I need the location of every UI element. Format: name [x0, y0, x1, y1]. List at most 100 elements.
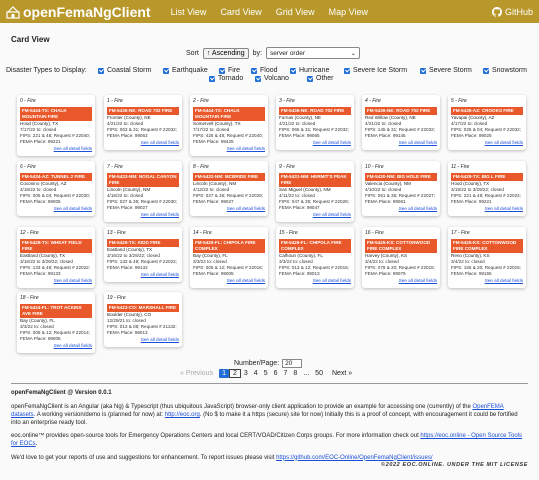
- disaster-card: 7 - Fire FM-5433-NM: NOGAL CANYON FIRE Lin…: [104, 161, 182, 222]
- see-details-link[interactable]: See all detail fields: [279, 140, 351, 146]
- page-4-button[interactable]: 4: [251, 369, 261, 378]
- card-title: FM-5426-FL: CHIPOLA FIRE COMPLEX: [193, 238, 265, 253]
- arrow-up-icon: ↑: [206, 49, 211, 57]
- filter-hurricane[interactable]: Hurricane: [290, 67, 329, 74]
- demo-link[interactable]: http://eoc.org: [165, 412, 200, 418]
- card-title: FM-5423-CO: MARSHALL FIRE: [107, 303, 179, 312]
- card-id: 18 - Fire: [20, 295, 39, 301]
- card-id: 9 - Fire: [279, 164, 295, 170]
- see-details-link[interactable]: See all detail fields: [365, 206, 437, 212]
- filter-severe-storm[interactable]: Severe Storm: [420, 67, 472, 74]
- disaster-card: 8 - Fire FM-5432-NM: MCBRIDE FIRE Lincoln …: [190, 161, 268, 216]
- checkbox-checked-icon: [483, 67, 489, 74]
- disaster-card: 15 - Fire FM-5426-FL: CHIPOLA FIRE COMPLE…: [276, 227, 354, 288]
- page-50-button[interactable]: 50: [312, 369, 326, 378]
- checkbox-checked-icon: [344, 67, 350, 74]
- disaster-card: 10 - Fire FM-5430-NM: BIG HOLE FIRE Valenc…: [362, 161, 440, 216]
- top-navbar: openFemaNgClient List View Card View Gri…: [0, 0, 539, 23]
- card-place: FEMA Place: 99155: [451, 271, 492, 277]
- disaster-card: 3 - Fire FM-5436-NE: ROAD 702 FIRE Furnas …: [276, 95, 354, 150]
- card-place: FEMA Place: 99133: [20, 271, 61, 277]
- see-details-link[interactable]: See all detail fields: [20, 206, 92, 212]
- see-details-link[interactable]: See all detail fields: [107, 337, 179, 343]
- github-icon: [491, 6, 502, 17]
- page-5-button[interactable]: 5: [261, 369, 271, 378]
- see-details-link[interactable]: See all detail fields: [451, 140, 523, 146]
- card-title: FM-5436-NE: ROAD 702 FIRE: [365, 106, 437, 115]
- see-details-link[interactable]: See all detail fields: [20, 146, 92, 152]
- card-title: FM-5432-NM: MCBRIDE FIRE: [193, 172, 265, 181]
- card-place: FEMA Place: 99013: [107, 330, 148, 336]
- sort-direction-button[interactable]: ↑ Ascending: [202, 47, 249, 59]
- github-link[interactable]: GitHub: [491, 6, 533, 17]
- see-details-link[interactable]: See all detail fields: [107, 140, 179, 146]
- disaster-card: 11 - Fire FM-5429-TX: BIG L FIRE Hood (Cou…: [448, 161, 526, 216]
- card-place: FEMA Place: 99013: [279, 271, 320, 277]
- next-page-button[interactable]: Next »: [326, 369, 355, 378]
- see-details-link[interactable]: See all detail fields: [193, 278, 265, 284]
- filter-snowstorm[interactable]: Snowstorm: [483, 67, 527, 74]
- about-text: . A working version/demo is (planned for…: [33, 412, 165, 419]
- filter-label: Tornado: [218, 75, 244, 82]
- card-id: 19 - Fire: [107, 295, 126, 301]
- about-text: openFemaNgClient is an Angular (aka Ng) …: [11, 404, 473, 411]
- page-7-button[interactable]: 7: [281, 369, 291, 378]
- card-place: FEMA Place: 99065: [279, 133, 320, 139]
- filter-other[interactable]: Other: [307, 75, 334, 82]
- filter-coastal-storm[interactable]: Coastal Storm: [98, 67, 151, 74]
- footer-about: openFemaNgClient is an Angular (aka Ng) …: [11, 403, 528, 427]
- card-id: 14 - Fire: [193, 230, 212, 236]
- filter-severe-ice-storm[interactable]: Severe Ice Storm: [344, 67, 407, 74]
- card-title: FM-5424-FL: TROT ACKINS AVE FIRE: [20, 303, 92, 318]
- per-page-input[interactable]: 20: [282, 359, 303, 368]
- filter-flood[interactable]: Flood: [251, 67, 278, 74]
- chevron-down-icon: ⌄: [350, 50, 356, 57]
- card-place: FEMA Place: 99425: [193, 139, 234, 145]
- sort-direction-label: Ascending: [211, 49, 245, 57]
- nav-map-view[interactable]: Map View: [329, 7, 368, 17]
- page-3-button[interactable]: 3: [241, 369, 251, 378]
- page-6-button[interactable]: 6: [271, 369, 281, 378]
- see-details-link[interactable]: See all detail fields: [107, 272, 179, 278]
- page-8-button[interactable]: 8: [290, 369, 300, 378]
- see-details-link[interactable]: See all detail fields: [279, 212, 351, 218]
- nav-list-view[interactable]: List View: [171, 7, 207, 17]
- card-id: 17 - Fire: [451, 230, 470, 236]
- sort-field-select[interactable]: server order ⌄: [265, 47, 360, 59]
- card-id: 4 - Fire: [365, 98, 381, 104]
- card-title: FM-5426-TX: KIDD FIRE: [107, 238, 179, 247]
- disaster-card: 18 - Fire FM-5424-FL: TROT ACKINS AVE FIR…: [17, 292, 95, 353]
- see-details-link[interactable]: See all detail fields: [451, 206, 523, 212]
- see-details-link[interactable]: See all detail fields: [451, 278, 523, 284]
- card-title: FM-5434-AZ: TUNNEL 2 FIRE: [20, 172, 92, 181]
- see-details-link[interactable]: See all detail fields: [193, 146, 265, 152]
- nav-card-view[interactable]: Card View: [220, 7, 261, 17]
- filter-volcano[interactable]: Volcano: [255, 75, 289, 82]
- filter-label: Other: [316, 75, 334, 82]
- checkbox-checked-icon: [163, 67, 169, 74]
- previous-page-button[interactable]: « Previous: [177, 369, 219, 378]
- see-details-link[interactable]: See all detail fields: [365, 140, 437, 146]
- see-details-link[interactable]: See all detail fields: [107, 212, 179, 218]
- page-1-button[interactable]: 1: [219, 369, 229, 378]
- see-details-link[interactable]: See all detail fields: [279, 278, 351, 284]
- card-title: FM-5436-NE: ROAD 702 FIRE: [107, 106, 179, 115]
- filter-fire[interactable]: Fire: [219, 67, 240, 74]
- filter-tornado[interactable]: Tornado: [209, 75, 243, 82]
- github-issues-link[interactable]: https://github.com/EOC-Online/OpenFemaNg…: [276, 455, 432, 461]
- see-details-link[interactable]: See all detail fields: [20, 278, 92, 284]
- checkbox-checked-icon: [98, 67, 104, 74]
- see-details-link[interactable]: See all detail fields: [20, 343, 92, 349]
- filter-label: Coastal Storm: [107, 67, 152, 74]
- filter-label: Severe Ice Storm: [353, 67, 408, 74]
- filter-earthquake[interactable]: Earthquake: [163, 67, 208, 74]
- disaster-card: 2 - Fire FM-5444-TX: CHALK MOUNTAIN FIRE S…: [190, 95, 268, 156]
- disaster-card: 12 - Fire FM-5428-TX: WHEAT FIELD FIRE Eas…: [17, 227, 95, 288]
- see-details-link[interactable]: See all detail fields: [365, 278, 437, 284]
- disaster-card: 14 - Fire FM-5426-FL: CHIPOLA FIRE COMPLE…: [190, 227, 268, 288]
- page-2-button[interactable]: 2: [228, 369, 241, 378]
- card-place: FEMA Place: 99005: [20, 336, 61, 342]
- brand[interactable]: openFemaNgClient: [6, 4, 151, 20]
- nav-grid-view[interactable]: Grid View: [276, 7, 315, 17]
- see-details-link[interactable]: See all detail fields: [193, 206, 265, 212]
